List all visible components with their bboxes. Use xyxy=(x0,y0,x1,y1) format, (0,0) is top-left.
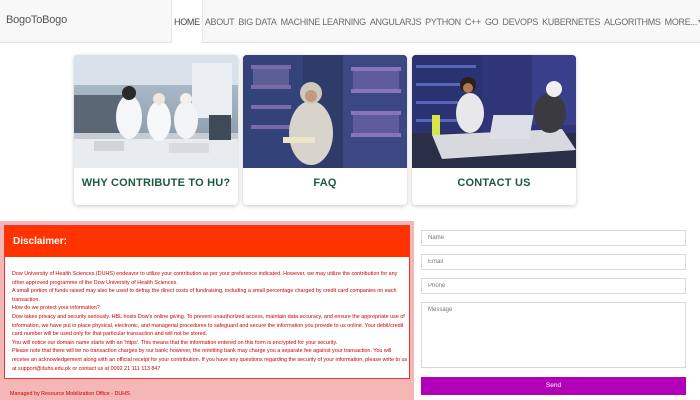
nav-item-home[interactable]: HOME xyxy=(171,0,203,43)
nav-item-about[interactable]: ABOUT xyxy=(203,0,237,43)
disclaimer-box: Disclaimer: Dow University of Health Sci… xyxy=(4,225,410,379)
disclaimer-paragraph: Dow takes privacy and security seriously… xyxy=(12,313,405,338)
disclaimer-footer: Managed by Resource Mobilization Office … xyxy=(10,391,132,397)
nav-item-devops[interactable]: DEVOPS xyxy=(500,0,540,43)
nav-item-label: BIG DATA xyxy=(238,16,277,27)
page: BogoToBogo HOME ABOUT BIG DATA MACHINE LEAR… xyxy=(0,0,700,400)
main-nav: HOME ABOUT BIG DATA MACHINE LEARNING ANGULAR… xyxy=(171,0,700,43)
nav-item-python[interactable]: PYTHON xyxy=(423,0,463,43)
card-title: WHY CONTRIBUTE TO HU? xyxy=(81,177,231,189)
top-navbar: BogoToBogo HOME ABOUT BIG DATA MACHINE LEAR… xyxy=(0,0,700,43)
nav-item-machine-learning[interactable]: MACHINE LEARNING xyxy=(279,0,368,43)
nav-item-go[interactable]: GO xyxy=(483,0,500,43)
nav-item-label: ANGULARJS xyxy=(369,16,422,27)
nav-item-label: DEVOPS xyxy=(502,16,539,27)
library-student-photo xyxy=(243,55,407,168)
nav-item-angularjs[interactable]: ANGULARJS xyxy=(368,0,423,43)
brand-logo[interactable]: BogoToBogo xyxy=(6,14,67,26)
nav-item-label: ALGORITHMS xyxy=(604,16,661,27)
message-field[interactable] xyxy=(421,302,686,368)
email-field[interactable] xyxy=(421,254,686,270)
nav-item-label: ABOUT xyxy=(204,16,235,27)
nav-item-more[interactable]: MORE... xyxy=(663,0,700,43)
disclaimer-section: Disclaimer: Dow University of Health Sci… xyxy=(0,221,414,400)
disclaimer-paragraph: Dow University of Health Sciences (DUHS)… xyxy=(12,271,398,286)
library-laptop-students-photo xyxy=(412,55,576,168)
disclaimer-paragraph: How do we protect your information? xyxy=(12,305,100,312)
nav-item-label: PYTHON xyxy=(425,16,461,27)
nav-item-big-data[interactable]: BIG DATA xyxy=(236,0,278,43)
nav-item-label: MACHINE LEARNING xyxy=(280,16,367,27)
card-title: CONTACT US xyxy=(457,177,531,189)
disclaimer-paragraph: You will notice our domain name starts w… xyxy=(12,339,338,346)
card-why-contribute[interactable]: WHY CONTRIBUTE TO HU? xyxy=(74,55,238,205)
disclaimer-paragraph: A small portion of funds raised may also… xyxy=(12,288,397,303)
disclaimer-title: Disclaimer: xyxy=(13,236,67,247)
card-title: FAQ xyxy=(313,177,337,189)
nav-item-c[interactable]: C++ xyxy=(463,0,483,43)
nav-item-kubernetes[interactable]: KUBERNETES xyxy=(540,0,602,43)
nav-item-label: MORE... xyxy=(664,16,698,27)
card-contact-us[interactable]: CONTACT US xyxy=(412,55,576,205)
nav-item-label: C++ xyxy=(464,16,481,27)
nav-item-algorithms[interactable]: ALGORITHMS xyxy=(602,0,663,43)
phone-field[interactable] xyxy=(421,278,686,294)
nav-item-label: HOME xyxy=(174,16,200,27)
nav-item-label: KUBERNETES xyxy=(542,16,601,27)
send-button[interactable]: Send xyxy=(421,377,686,395)
name-field[interactable] xyxy=(421,230,686,246)
disclaimer-paragraph: Please note that there will be no transa… xyxy=(12,348,408,372)
disclaimer-body: Dow University of Health Sciences (DUHS)… xyxy=(12,270,408,373)
card-faq[interactable]: FAQ xyxy=(243,55,407,205)
nav-item-label: GO xyxy=(484,16,499,27)
disclaimer-header: Disclaimer: xyxy=(5,226,409,257)
lab-researchers-photo xyxy=(74,55,238,168)
info-cards: WHY CONTRIBUTE TO HU? FAQ CONTACT US xyxy=(74,55,576,205)
